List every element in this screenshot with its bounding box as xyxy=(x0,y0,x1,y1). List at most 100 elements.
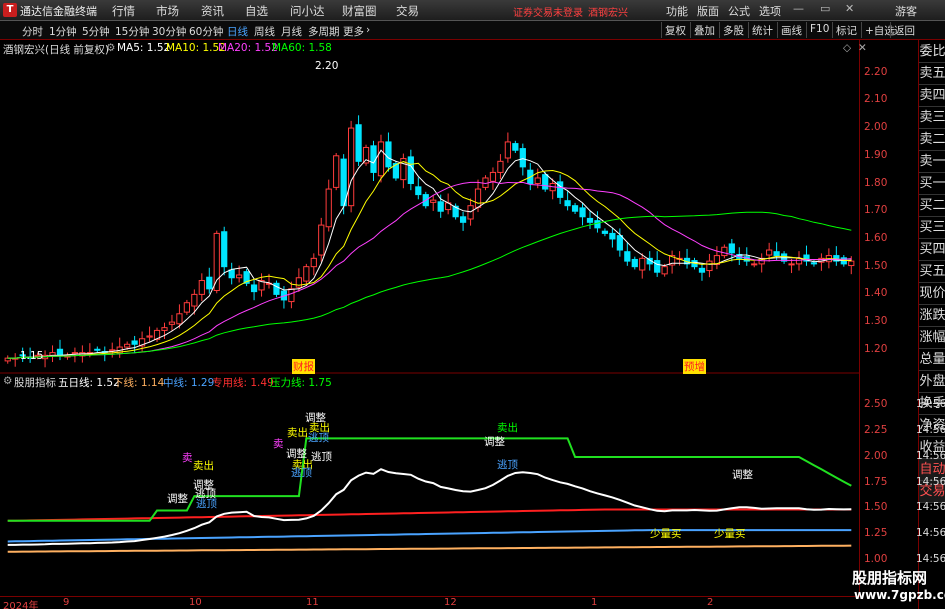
restore-icon[interactable]: ▭ xyxy=(820,2,830,15)
menu-options[interactable]: 选项 xyxy=(759,3,781,19)
menu-formula[interactable]: 公式 xyxy=(728,3,750,19)
price-tick: 2.10 xyxy=(864,93,888,106)
sidebar-tab[interactable]: 涨幅 xyxy=(919,327,945,349)
menu-layout[interactable]: 版面 xyxy=(697,3,719,19)
draw-button[interactable]: 画线 xyxy=(777,22,805,38)
period-timeshare[interactable]: 分时 xyxy=(22,24,43,39)
price-tick: 1.70 xyxy=(864,204,888,217)
sidebar-tab[interactable]: 买四 xyxy=(919,239,945,261)
candle-body xyxy=(497,160,504,173)
candle-body xyxy=(303,266,310,282)
f10-button[interactable]: F10 xyxy=(806,22,832,38)
period-multi[interactable]: 多周期 xyxy=(308,24,340,39)
date-axis: 2024年 9 10 11 12 1 2 xyxy=(0,596,860,609)
date-label: 1 xyxy=(591,597,598,608)
multi-stock-button[interactable]: 多股 xyxy=(719,22,747,38)
candle-body xyxy=(467,205,474,220)
candle-body xyxy=(609,232,616,240)
ma60-label: MA60: 1.58 xyxy=(272,42,332,54)
guest-label[interactable]: 游客 xyxy=(895,3,917,19)
menu-function[interactable]: 功能 xyxy=(666,3,688,19)
time-tick: 14:56 xyxy=(916,449,945,462)
price-tick: 2.00 xyxy=(864,121,888,134)
period-weekly[interactable]: 周线 xyxy=(254,24,275,39)
indicator-settings-icon[interactable]: ⚙ xyxy=(3,375,12,387)
back-button[interactable]: 返回 xyxy=(890,22,918,38)
sidebar-tab[interactable]: 卖四 xyxy=(919,85,945,107)
watermark-title: 股朋指标网 xyxy=(852,569,928,587)
menu-xiaoda[interactable]: 问小达 xyxy=(290,3,325,19)
kline-chart[interactable] xyxy=(0,40,860,596)
candle-body xyxy=(168,321,176,325)
candle-body xyxy=(751,263,758,266)
sidebar-tab[interactable]: 外盘 xyxy=(919,371,945,393)
period-60min[interactable]: 60分钟 xyxy=(189,24,223,39)
price-tick: 1.50 xyxy=(864,259,888,272)
sidebar-tab[interactable]: 买二 xyxy=(919,195,945,217)
period-daily[interactable]: 日线 xyxy=(227,24,248,39)
close-pane-icon[interactable]: ✕ xyxy=(858,42,867,54)
login-warning[interactable]: 证券交易未登录 xyxy=(513,4,583,19)
high-price-label: 2.20 xyxy=(315,60,339,72)
close-icon[interactable]: ✕ xyxy=(845,2,854,15)
menu-exchange[interactable]: 市场 xyxy=(156,3,179,19)
sidebar-tab[interactable]: 卖五 xyxy=(919,63,945,85)
earnings-tag[interactable]: 财报 xyxy=(292,359,315,374)
sidebar-tab[interactable]: 卖一 xyxy=(919,151,945,173)
period-monthly[interactable]: 月线 xyxy=(281,24,302,39)
menu-fortune[interactable]: 财富圈 xyxy=(342,3,377,19)
candle-body xyxy=(355,124,362,162)
candle-body xyxy=(773,251,780,257)
menu-market[interactable]: 行情 xyxy=(112,3,135,19)
period-15min[interactable]: 15分钟 xyxy=(115,24,149,39)
candle-body xyxy=(586,217,594,223)
sidebar-tab[interactable]: 总量 xyxy=(919,349,945,371)
app-title: 通达信金融终端 xyxy=(20,5,97,18)
candle-body xyxy=(206,276,213,290)
app-logo-icon: T xyxy=(3,3,17,17)
sidebar-tab[interactable]: 现价 xyxy=(919,283,945,305)
forecast-tag[interactable]: 预增 xyxy=(683,359,706,374)
indicator-info-bar: ⚙ 股朋指标 五日线: 1.52 下线: 1.14 中线: 1.29 专用线: … xyxy=(0,374,860,389)
period-5min[interactable]: 5分钟 xyxy=(82,24,110,39)
date-label: 10 xyxy=(189,597,202,608)
menu-watchlist[interactable]: 自选 xyxy=(245,3,268,19)
signal-adjust-6: 调整 xyxy=(732,469,753,481)
indicator-name: 股朋指标 xyxy=(14,377,56,389)
overlay-button[interactable]: 叠加 xyxy=(690,22,718,38)
sidebar-tab[interactable]: 委比 xyxy=(919,41,945,63)
minimize-icon[interactable]: — xyxy=(793,2,804,15)
time-tick: 14:56 xyxy=(916,475,945,488)
candle-body xyxy=(415,186,422,196)
menu-news[interactable]: 资讯 xyxy=(201,3,224,19)
candle-body xyxy=(557,181,564,198)
ma5-label: MA5: 1.52 xyxy=(117,42,171,54)
title-bar: T 通达信金融终端 行情 市场 资讯 自选 问小达 财富圈 交易 证券交易未登录… xyxy=(0,0,945,21)
period-more[interactable]: 更多 xyxy=(343,24,364,39)
sidebar-tab[interactable]: 买一 xyxy=(919,173,945,195)
period-30min[interactable]: 30分钟 xyxy=(152,24,186,39)
stats-button[interactable]: 统计 xyxy=(748,22,776,38)
price-tick: 1.20 xyxy=(864,342,888,355)
special-line xyxy=(7,508,852,522)
candle-body xyxy=(810,262,818,265)
mark-button[interactable]: 标记 xyxy=(832,22,860,38)
candle-body xyxy=(848,260,855,267)
sidebar-tab[interactable]: 卖三 xyxy=(919,107,945,129)
adjust-button[interactable]: 复权 xyxy=(661,22,689,38)
candle-body xyxy=(318,224,325,256)
menu-trade[interactable]: 交易 xyxy=(396,3,419,19)
candle-body xyxy=(698,267,706,273)
collapse-icon[interactable]: ◇ xyxy=(843,42,851,54)
period-1min[interactable]: 1分钟 xyxy=(49,24,77,39)
sidebar-tab[interactable]: 买三 xyxy=(919,217,945,239)
candle-body xyxy=(124,343,131,348)
sidebar-tab[interactable]: 涨跌 xyxy=(919,305,945,327)
candle-body xyxy=(788,263,795,266)
sidebar-tab[interactable]: 卖二 xyxy=(919,129,945,151)
candle-body xyxy=(183,302,191,313)
chevron-right-icon[interactable]: › xyxy=(366,24,370,36)
sidebar-tab[interactable]: 买五 xyxy=(919,261,945,283)
candle-body xyxy=(474,188,482,208)
settings-icon[interactable]: ⚙ xyxy=(106,42,115,54)
